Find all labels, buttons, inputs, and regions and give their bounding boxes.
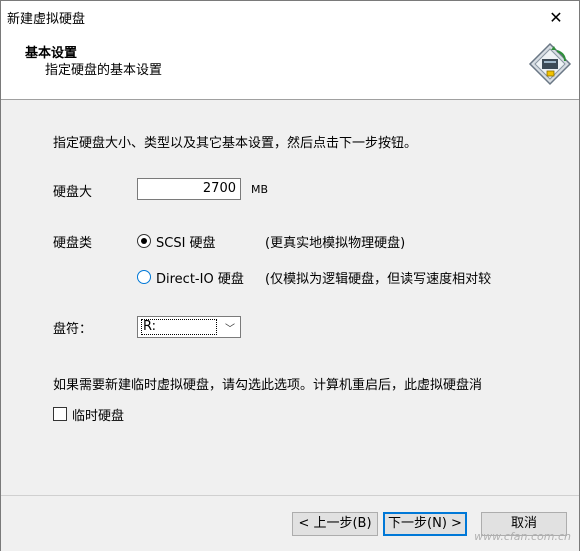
- title-bar[interactable]: 新建虚拟硬盘 ✕: [1, 1, 579, 33]
- radio-direct-io-hint: (仅模拟为逻辑硬盘，但读写速度相对较: [265, 272, 492, 287]
- chevron-down-icon[interactable]: ﹀: [220, 317, 240, 337]
- size-label: 硬盘大: [53, 185, 93, 200]
- radio-scsi-hint: (更真实地模拟物理硬盘): [265, 236, 406, 251]
- back-button[interactable]: < 上一步(B): [292, 512, 378, 536]
- wizard-header: 基本设置 指定硬盘的基本设置: [1, 33, 579, 100]
- drive-letter-select[interactable]: R: ﹀: [137, 316, 241, 338]
- dialog-window: 新建虚拟硬盘 ✕ 基本设置 指定硬盘的基本设置 指定硬盘大小、类型以及其它基本设…: [0, 0, 580, 551]
- wizard-footer: < 上一步(B) 下一步(N) > 取消 www.cfan.com.cn: [1, 495, 579, 551]
- drive-letter-value: R:: [141, 319, 217, 335]
- size-unit: MB: [251, 183, 269, 196]
- next-button[interactable]: 下一步(N) >: [383, 512, 467, 536]
- watermark: www.cfan.com.cn: [474, 530, 571, 543]
- close-button[interactable]: ✕: [533, 1, 579, 33]
- radio-direct-io[interactable]: [137, 270, 151, 284]
- temp-disk-note: 如果需要新建临时虚拟硬盘，请勾选此选项。计算机重启后，此虚拟硬盘消: [53, 378, 483, 393]
- temp-disk-checkbox[interactable]: [53, 407, 67, 421]
- radio-scsi[interactable]: [137, 234, 151, 248]
- disk-size-input[interactable]: 2700: [137, 178, 241, 200]
- type-label: 硬盘类: [53, 236, 93, 251]
- window-title: 新建虚拟硬盘: [7, 12, 86, 27]
- drive-letter-label: 盘符：: [53, 322, 93, 337]
- close-icon: ✕: [549, 7, 563, 27]
- instructions-text: 指定硬盘大小、类型以及其它基本设置，然后点击下一步按钮。: [53, 136, 418, 151]
- temp-disk-label[interactable]: 临时硬盘: [72, 405, 124, 424]
- radio-direct-io-label[interactable]: Direct-IO 硬盘: [156, 268, 244, 287]
- wizard-content: 指定硬盘大小、类型以及其它基本设置，然后点击下一步按钮。 硬盘大 2700 MB…: [1, 100, 579, 495]
- hard-disk-wizard-icon: [528, 42, 572, 86]
- page-subtitle: 指定硬盘的基本设置: [45, 63, 163, 78]
- radio-scsi-label[interactable]: SCSI 硬盘: [156, 232, 216, 251]
